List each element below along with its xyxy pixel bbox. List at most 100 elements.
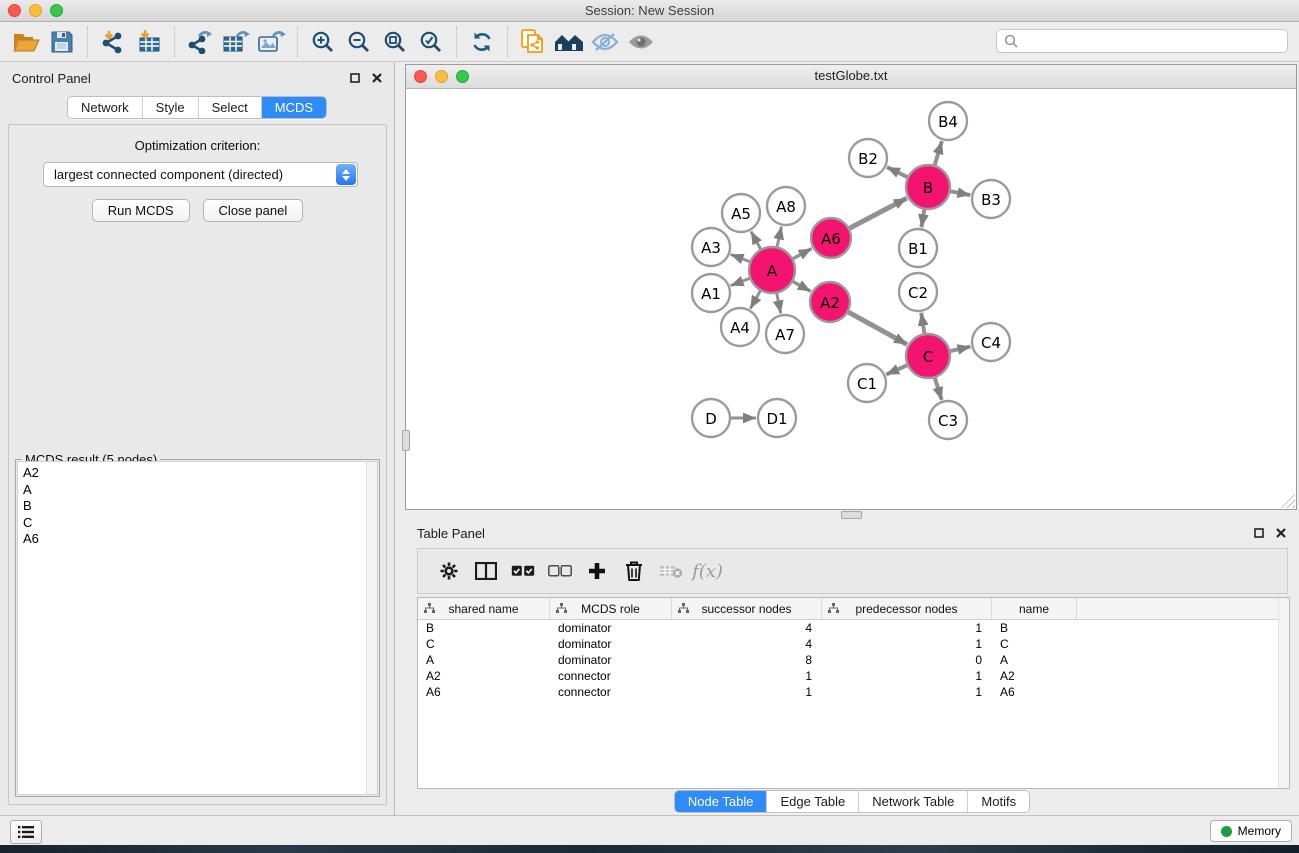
graph-edge-A-A6[interactable] [791, 249, 812, 261]
graph-edge-A-A5[interactable] [751, 231, 762, 251]
column-header-name[interactable]: name [992, 598, 1077, 619]
table-row[interactable]: Bdominator41B [418, 620, 1289, 636]
table-row[interactable]: Adominator80A [418, 652, 1289, 668]
minimize-network-window-button[interactable] [435, 70, 448, 83]
search-field[interactable] [996, 29, 1288, 53]
graph-node-C1[interactable]: C1 [848, 364, 886, 402]
graph-edge-A6-B[interactable] [847, 198, 907, 229]
column-header-predecessor-nodes[interactable]: predecessor nodes [822, 598, 992, 619]
float-table-panel-icon[interactable] [1253, 527, 1264, 538]
close-network-window-button[interactable] [414, 70, 427, 83]
tab-select[interactable]: Select [199, 97, 262, 118]
reset-view-icon[interactable] [551, 26, 587, 58]
network-window-titlebar[interactable]: testGlobe.txt [406, 65, 1296, 89]
graph-node-B4[interactable]: B4 [929, 102, 967, 140]
split-panel-icon[interactable] [467, 554, 504, 588]
zoom-in-icon[interactable] [305, 26, 341, 58]
export-image-icon[interactable] [254, 26, 290, 58]
graph-node-A4[interactable]: A4 [721, 308, 759, 346]
graph-node-C[interactable]: C [906, 334, 950, 378]
graph-edge-C-C4[interactable] [948, 347, 971, 352]
mcds-result-item[interactable]: C [23, 515, 377, 532]
graph-node-D1[interactable]: D1 [758, 399, 796, 437]
horizontal-splitter-handle[interactable] [841, 511, 862, 519]
show-all-icon[interactable] [623, 26, 659, 58]
table-mode-icon[interactable] [430, 554, 467, 588]
column-header-mcds-role[interactable]: MCDS role [550, 598, 672, 619]
new-network-from-selection-icon[interactable] [515, 26, 551, 58]
mcds-result-item[interactable]: A [23, 482, 377, 499]
graph-node-B3[interactable]: B3 [972, 180, 1010, 218]
function-builder-icon[interactable]: f(x) [689, 554, 726, 588]
delete-column-icon[interactable] [615, 554, 652, 588]
import-network-icon[interactable] [95, 26, 131, 58]
graph-node-B2[interactable]: B2 [849, 139, 887, 177]
table-scrollbar[interactable] [1278, 598, 1289, 788]
table-tab-network-table[interactable]: Network Table [859, 791, 968, 812]
run-mcds-button[interactable]: Run MCDS [92, 199, 190, 222]
graph-edge-A2-C[interactable] [846, 311, 907, 345]
graph-node-D[interactable]: D [692, 399, 730, 437]
graph-node-A6[interactable]: A6 [811, 218, 851, 258]
table-tab-node-table[interactable]: Node Table [675, 791, 768, 812]
export-network-icon[interactable] [182, 26, 218, 58]
graph-edge-A-A4[interactable] [750, 288, 761, 308]
task-history-button[interactable] [10, 820, 42, 844]
result-scrollbar[interactable] [366, 462, 377, 794]
delete-table-icon[interactable] [652, 554, 689, 588]
import-table-icon[interactable] [131, 26, 167, 58]
zoom-selected-icon[interactable] [413, 26, 449, 58]
tab-mcds[interactable]: MCDS [262, 97, 326, 118]
refresh-view-icon[interactable] [464, 26, 500, 58]
graph-edge-B-B4[interactable] [934, 141, 942, 168]
graph-node-A7[interactable]: A7 [766, 315, 804, 353]
graph-node-A2[interactable]: A2 [810, 282, 850, 322]
graph-edge-A-A1[interactable] [731, 277, 753, 285]
graph-node-C2[interactable]: C2 [899, 273, 937, 311]
select-all-rows-icon[interactable] [504, 554, 541, 588]
table-row[interactable]: A2connector11A2 [418, 668, 1289, 684]
table-row[interactable]: A6connector11A6 [418, 684, 1289, 700]
network-canvas[interactable]: B4B2BB3A8A5A6A3B1AA1C2A2A4A7C4CC1C3DD1 [406, 88, 1296, 509]
graph-node-C3[interactable]: C3 [929, 401, 967, 439]
graph-edge-A-A8[interactable] [777, 227, 782, 250]
hide-selected-icon[interactable] [587, 26, 623, 58]
close-table-panel-icon[interactable] [1275, 527, 1286, 538]
graph-edge-C-C3[interactable] [934, 375, 942, 400]
close-panel-icon[interactable] [371, 72, 382, 83]
mcds-result-list[interactable]: A2ABCA6 [17, 461, 378, 795]
graph-node-B[interactable]: B [906, 165, 950, 209]
graph-node-A1[interactable]: A1 [692, 274, 730, 312]
mcds-result-item[interactable]: A2 [23, 465, 377, 482]
criterion-select[interactable]: largest connected component (directed) [43, 162, 358, 187]
column-header-successor-nodes[interactable]: successor nodes [672, 598, 822, 619]
zoom-network-window-button[interactable] [456, 70, 469, 83]
graph-node-A8[interactable]: A8 [767, 187, 805, 225]
graph-node-B1[interactable]: B1 [899, 229, 937, 267]
open-file-icon[interactable] [8, 26, 44, 58]
table-row[interactable]: Cdominator41C [418, 636, 1289, 652]
column-header-shared-name[interactable]: shared name [418, 598, 550, 619]
zoom-fit-icon[interactable] [377, 26, 413, 58]
mcds-result-item[interactable]: B [23, 498, 377, 515]
graph-edge-C-C2[interactable] [921, 313, 925, 337]
graph-edge-A-A2[interactable] [790, 280, 810, 291]
tab-network[interactable]: Network [68, 97, 143, 118]
graph-edge-B-B3[interactable] [948, 191, 971, 195]
memory-button[interactable]: Memory [1210, 820, 1292, 842]
zoom-out-icon[interactable] [341, 26, 377, 58]
close-panel-button[interactable]: Close panel [203, 199, 304, 222]
graph-edge-B-B2[interactable] [887, 167, 910, 178]
mcds-result-item[interactable]: A6 [23, 531, 377, 548]
graph-node-C4[interactable]: C4 [972, 323, 1010, 361]
export-table-icon[interactable] [218, 26, 254, 58]
search-input[interactable] [1023, 33, 1280, 49]
deselect-all-rows-icon[interactable] [541, 554, 578, 588]
graph-edge-C-C1[interactable] [886, 364, 910, 374]
float-panel-icon[interactable] [349, 72, 360, 83]
graph-edge-A-A3[interactable] [731, 254, 753, 262]
graph-node-A5[interactable]: A5 [722, 194, 760, 232]
graph-node-A3[interactable]: A3 [692, 228, 730, 266]
save-session-icon[interactable] [44, 26, 80, 58]
vertical-splitter-handle[interactable] [402, 430, 410, 451]
